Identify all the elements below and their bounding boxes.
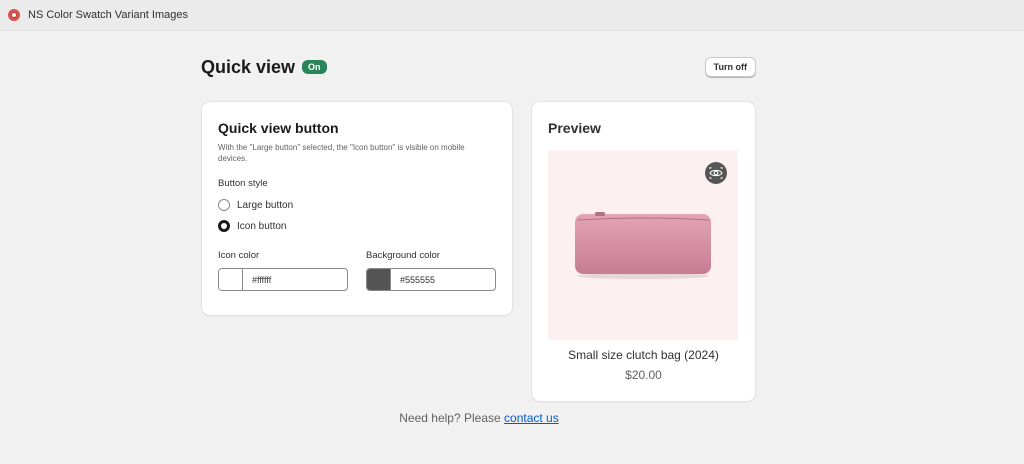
icon-color-swatch[interactable] [219,269,243,290]
settings-description: With the "Large button" selected, the "I… [218,143,465,163]
background-color-input[interactable]: #555555 [366,268,496,291]
icon-color-input[interactable]: #ffffff [218,268,348,291]
radio-large-button[interactable]: Large button [218,199,496,211]
help-text: Need help? Please [399,411,501,425]
background-color-field: Background color #555555 [366,250,496,291]
settings-card-title: Quick view button [218,120,339,136]
clutch-bag-illustration [575,212,711,279]
quick-view-settings-card: Quick view button With the "Large button… [202,102,512,315]
background-color-value[interactable]: #555555 [391,275,435,285]
button-style-label: Button style [218,178,268,189]
radio-large-button-control[interactable] [218,199,230,211]
app-title: NS Color Swatch Variant Images [28,9,188,21]
radio-icon-button[interactable]: Icon button [218,220,496,232]
icon-color-field: Icon color #ffffff [218,250,348,291]
radio-large-button-label[interactable]: Large button [237,200,293,211]
contact-us-link[interactable]: contact us [504,411,559,425]
color-fields: Icon color #ffffff Background color #555… [218,250,496,291]
product-image [548,150,738,340]
app-logo-icon [8,9,20,21]
icon-color-label: Icon color [218,250,260,261]
status-badge: On [302,60,327,74]
preview-title: Preview [548,120,601,136]
turn-off-button[interactable]: Turn off [704,57,756,77]
page-header: Quick view On Turn off [201,55,756,79]
radio-icon-button-label[interactable]: Icon button [237,221,286,232]
app-topbar: NS Color Swatch Variant Images [0,0,1024,31]
background-color-label: Background color [366,250,440,261]
product-price: $20.00 [625,368,662,382]
radio-icon-button-control[interactable] [218,220,230,232]
help-footer: Need help? Please contact us [0,411,958,425]
page-title: Quick view [201,56,296,77]
icon-color-value[interactable]: #ffffff [243,275,271,285]
preview-card: Preview Small size clutch bag (2024) $20… [532,102,755,401]
product-name: Small size clutch bag (2024) [568,348,719,362]
eye-icon[interactable] [705,162,727,184]
background-color-swatch[interactable] [367,269,391,290]
